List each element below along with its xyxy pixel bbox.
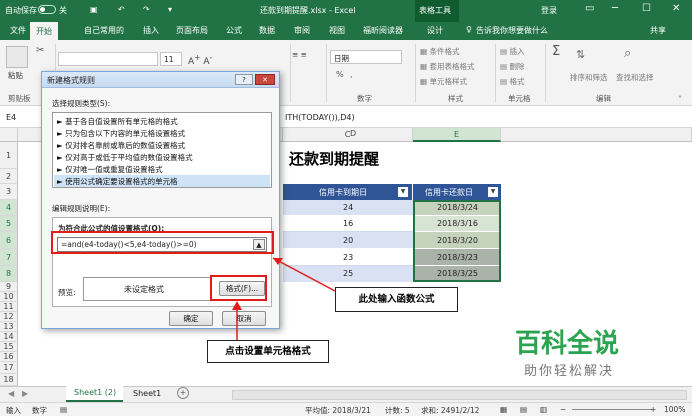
- sheet-tab-active[interactable]: Sheet1 (2): [66, 386, 123, 402]
- zoom-in-icon[interactable]: +: [650, 405, 656, 414]
- sheet-tab[interactable]: Sheet1: [133, 389, 161, 398]
- status-count: 计数: 5: [385, 406, 410, 415]
- status-average: 平均值: 2018/3/21: [305, 406, 371, 415]
- add-sheet-button[interactable]: +: [177, 387, 189, 399]
- next-sheet-icon[interactable]: ▶: [22, 389, 28, 398]
- horizontal-scrollbar[interactable]: [232, 390, 687, 400]
- format-button-highlight: [210, 275, 267, 301]
- normal-view-icon[interactable]: ▦: [500, 405, 507, 414]
- format-callout: 点击设置单元格格式: [207, 340, 329, 363]
- page-break-view-icon[interactable]: ▥: [540, 405, 547, 414]
- format-arrowhead: [232, 301, 242, 310]
- status-bar: 输入 数字 ▤ 平均值: 2018/3/21 计数: 5 求和: 2491/2/…: [0, 402, 692, 416]
- prev-sheet-icon[interactable]: ◀: [8, 389, 14, 398]
- status-mode: 输入: [6, 406, 21, 415]
- page-layout-view-icon[interactable]: ▤: [520, 405, 527, 414]
- status-sum: 求和: 2491/2/12: [421, 406, 480, 415]
- zoom-slider[interactable]: [572, 409, 652, 410]
- zoom-level[interactable]: 100%: [664, 405, 685, 414]
- formula-highlight: [51, 231, 274, 254]
- sheet-tab-bar: ◀ ▶ Sheet1 (2) Sheet1 +: [0, 386, 692, 402]
- macro-icon[interactable]: ▤: [60, 405, 67, 414]
- formula-arrow-line: [272, 257, 336, 292]
- formula-callout: 此处输入函数公式: [335, 287, 458, 312]
- zoom-out-icon[interactable]: −: [560, 405, 566, 414]
- status-numeric: 数字: [32, 406, 47, 415]
- formula-arrowhead: [273, 258, 283, 265]
- annotation-overlay: [51, 231, 336, 340]
